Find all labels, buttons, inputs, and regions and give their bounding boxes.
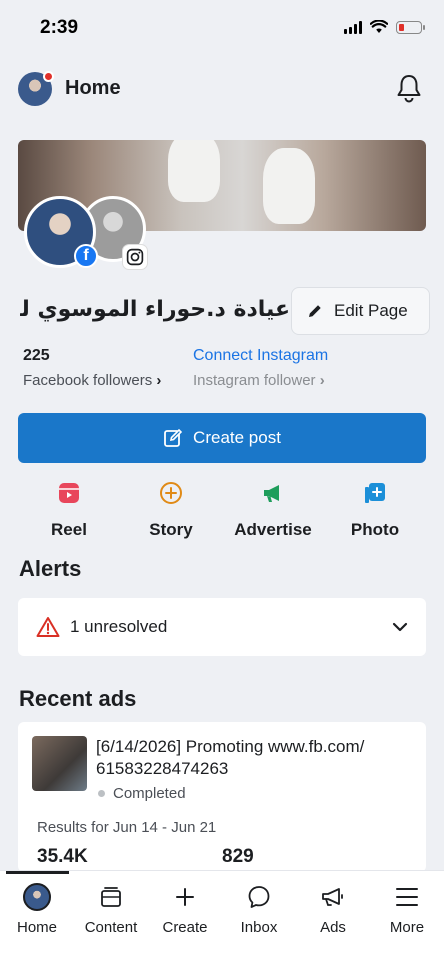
connect-instagram-link[interactable]: Connect Instagram (193, 347, 328, 365)
story-action[interactable]: Story (121, 481, 221, 540)
chevron-right-icon: › (319, 372, 325, 389)
photo-plus-icon (365, 483, 385, 503)
megaphone-icon (322, 888, 343, 906)
status-dot-icon (98, 790, 105, 797)
chevron-right-icon: › (156, 372, 162, 389)
edit-page-label: Edit Page (334, 301, 408, 320)
page-avatar[interactable] (18, 71, 54, 106)
bell-icon[interactable] (394, 72, 424, 104)
facebook-badge-icon: f (74, 244, 98, 268)
notification-dot (43, 71, 54, 82)
alerts-card[interactable]: 1 unresolved (18, 598, 426, 656)
status-bar: 2:39 (0, 0, 444, 56)
cellular-signal-icon (344, 20, 362, 34)
instagram-followers-link[interactable]: Instagram follower › (193, 372, 325, 389)
chevron-down-icon (392, 622, 408, 632)
page-title: Home (65, 77, 121, 99)
tab-create-label: Create (162, 919, 208, 936)
page-name: عيادة د.حوراء الموسوي لـ... (20, 297, 290, 322)
photo-label: Photo (350, 520, 400, 539)
chat-bubble-icon (248, 886, 270, 908)
tab-home[interactable]: Home (0, 883, 74, 936)
facebook-followers-link[interactable]: Facebook followers › (23, 372, 161, 389)
megaphone-icon (264, 485, 279, 502)
advertise-label: Advertise (234, 520, 312, 539)
alerts-heading: Alerts (19, 556, 82, 581)
battery-icon (396, 20, 425, 34)
tab-content-label: Content (84, 919, 138, 936)
tab-inbox[interactable]: Inbox (222, 883, 296, 936)
cover-tooth-right (263, 148, 315, 224)
bottom-tab-bar: Home Content Create Inbox Ads More (0, 870, 444, 960)
menu-icon (396, 888, 418, 906)
active-tab-indicator (6, 871, 69, 874)
ad-results-label: Results for Jun 14 - Jun 21 (37, 819, 217, 836)
warning-icon (36, 617, 60, 637)
photo-action[interactable]: Photo (325, 481, 425, 540)
alerts-summary: 1 unresolved (70, 617, 168, 636)
story-label: Story (149, 520, 193, 539)
cover-tooth-left (168, 140, 220, 202)
top-header: Home (18, 70, 424, 106)
create-post-button[interactable]: Create post (18, 413, 426, 463)
instagram-badge-icon (122, 244, 148, 270)
tab-home-label: Home (16, 919, 57, 936)
ad-metric-1: 35.4K (37, 846, 88, 867)
ad-thumbnail (32, 736, 87, 791)
ad-title: [6/14/2026] Promoting www.fb.com/ 615832… (96, 737, 365, 778)
profile-avatar-icon (23, 883, 51, 911)
tab-content[interactable]: Content (74, 883, 148, 936)
tab-create[interactable]: Create (148, 883, 222, 936)
pencil-icon (309, 305, 321, 317)
reel-icon (59, 483, 79, 503)
status-icons (344, 20, 425, 34)
tab-more[interactable]: More (370, 883, 444, 936)
tab-ads-label: Ads (320, 919, 346, 936)
ad-status-label: Completed (113, 785, 186, 802)
advertise-action[interactable]: Advertise (223, 481, 323, 540)
facebook-followers-count: 225 (23, 347, 50, 364)
recent-ads-heading: Recent ads (19, 686, 137, 711)
reel-action[interactable]: Reel (19, 481, 119, 540)
plus-icon (176, 888, 194, 906)
ad-metric-2: 829 (222, 846, 254, 867)
ad-status: Completed (98, 785, 186, 802)
compose-icon (164, 428, 183, 447)
story-plus-icon (160, 482, 182, 504)
reel-label: Reel (51, 520, 87, 539)
instagram-followers-label: Instagram follower (193, 372, 316, 389)
tab-inbox-label: Inbox (240, 919, 278, 936)
ad-card[interactable]: [6/14/2026] Promoting www.fb.com/ 615832… (18, 722, 426, 872)
content-icon (101, 887, 121, 907)
status-time: 2:39 (40, 17, 79, 38)
tab-ads[interactable]: Ads (296, 883, 370, 936)
create-post-label: Create post (193, 428, 281, 447)
facebook-followers-label: Facebook followers (23, 372, 153, 389)
tab-more-label: More (389, 919, 425, 936)
edit-page-button[interactable]: Edit Page (291, 287, 430, 335)
wifi-icon (370, 20, 388, 33)
